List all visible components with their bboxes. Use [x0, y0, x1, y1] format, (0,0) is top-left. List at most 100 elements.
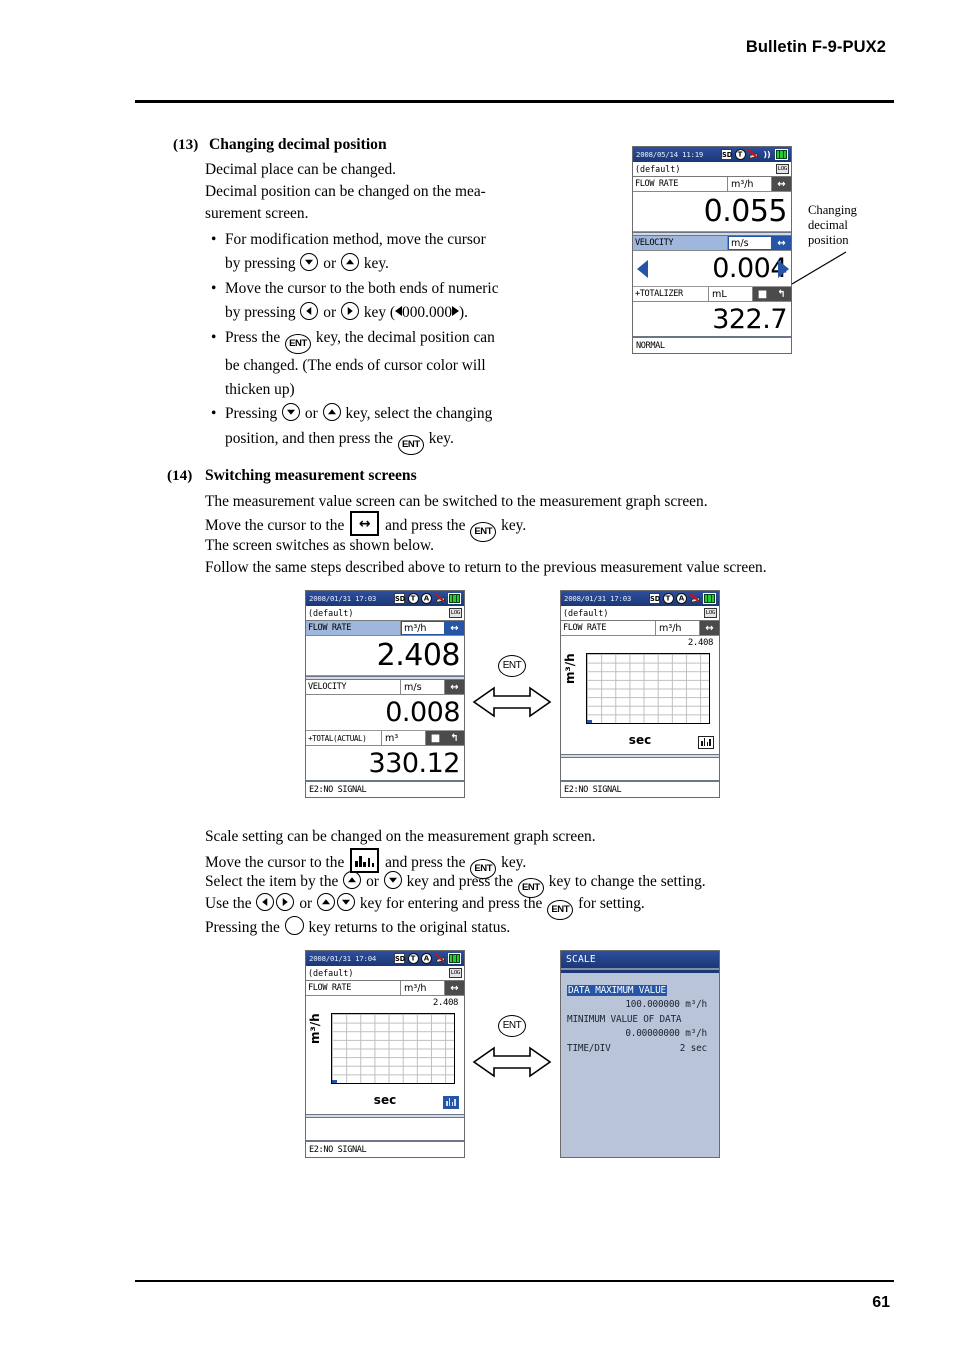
flow-rate-unit: m³/h — [401, 981, 445, 995]
velocity-value: 0.004 — [712, 253, 787, 284]
graph-plot-area: 2.408 m³/h sec — [306, 996, 464, 1114]
scale-instr-line2-mid: and press the — [385, 854, 466, 871]
switch-screen-icon[interactable]: ↔ — [445, 981, 464, 995]
lcd-row-flow-rate-header[interactable]: FLOW RATE m³/h ↔ — [306, 981, 464, 996]
time-per-division-row[interactable]: TIME/DIV 2 sec — [567, 1043, 713, 1054]
no-signal-icon — [435, 953, 446, 964]
lcd-row-flow-rate-header[interactable]: FLOW RATE m³/h ↔ — [561, 621, 719, 636]
graph-max-value: 2.408 — [432, 998, 458, 1008]
flow-rate-unit: m³/h — [728, 177, 772, 191]
section-13-line-1: Decimal place can be changed. — [205, 161, 396, 178]
graph-grid — [586, 653, 710, 724]
section-14-line2-post: key. — [501, 517, 527, 534]
scale-instr-line3-post: key to change the setting. — [548, 873, 706, 890]
cursor-left-arrow-icon — [395, 306, 403, 317]
section-14-title: Switching measurement screens — [205, 467, 417, 484]
page-header-bulletin: Bulletin F-9-PUX2 — [745, 38, 886, 56]
graph-trace — [332, 1080, 337, 1083]
graph-grid — [331, 1013, 455, 1084]
total-actual-unit: m³ — [382, 731, 426, 745]
totalizer-value: 322.7 — [633, 302, 791, 338]
wireless-icon: )) — [763, 150, 771, 159]
lcd-status-bar: 2008/01/31 17:03 SD T A — [306, 591, 464, 606]
key-down-icon — [337, 893, 355, 911]
bullet-3-press-label: Press the — [225, 328, 281, 346]
battery-icon — [703, 593, 716, 604]
lcd-screen-measurement-value[interactable]: 2008/01/31 17:03 SD T A (default) LOG FL… — [305, 590, 465, 798]
lcd-row-total-actual-header[interactable]: +TOTAL(ACTUAL) m³ ■ ↰ — [306, 731, 464, 746]
data-maximum-value-row[interactable]: 100.000000 m³/h — [567, 999, 713, 1010]
sensor-icon: T — [662, 593, 674, 604]
key-ent-icon: ENT — [498, 655, 526, 677]
battery-icon — [775, 149, 788, 160]
lcd-row-flow-rate-header[interactable]: FLOW RATE m³/h ↔ — [306, 621, 464, 636]
bullet-item-3-line-2: be changed. (The ends of cursor color wi… — [211, 354, 499, 378]
switch-screen-icon[interactable]: ↔ — [445, 680, 464, 694]
time-div-label: TIME/DIV — [567, 1043, 611, 1054]
lcd-tag-name: (default) — [308, 608, 354, 618]
page-number: 61 — [872, 1294, 890, 1311]
log-badge[interactable]: LOG — [775, 164, 789, 174]
key-right-icon — [276, 893, 295, 911]
data-maximum-value: 100.000000 — [625, 999, 680, 1010]
key-up-icon — [340, 253, 359, 272]
lcd-status-icons: SD T )) — [721, 149, 788, 160]
lcd-tag-row: (default) LOG — [561, 606, 719, 621]
scale-settings-icon[interactable] — [443, 1096, 459, 1109]
scale-instr-line5-pre: Pressing the — [205, 919, 280, 936]
scale-instr-line4-mid2: key for entering and press the — [359, 895, 543, 912]
annotation-line-2: decimal — [808, 218, 848, 232]
key-ent-icon: ENT — [547, 900, 574, 920]
stop-icon[interactable]: ■ — [426, 731, 445, 745]
scale-instr-line3-or: or — [366, 873, 379, 890]
lcd-row-velocity-header[interactable]: VELOCITY m/s ↔ — [633, 236, 791, 251]
lcd-row-flow-rate-header[interactable]: FLOW RATE m³/h ↔ — [633, 177, 791, 192]
switch-screen-icon[interactable]: ↔ — [772, 236, 791, 250]
reset-icon[interactable]: ↰ — [772, 287, 791, 301]
sensor-icon: T — [734, 149, 746, 160]
lcd-datetime: 2008/01/31 17:03 — [564, 594, 632, 603]
lcd-status-icons: SD T A — [394, 593, 461, 604]
switch-screen-icon[interactable]: ↔ — [772, 177, 791, 191]
reset-icon[interactable]: ↰ — [445, 731, 464, 745]
minimum-value-row[interactable]: 0.00000000 m³/h — [567, 1028, 713, 1039]
bullet-4-text: key, select the changing — [345, 405, 493, 423]
key-up-icon — [343, 871, 362, 889]
log-badge[interactable]: LOG — [448, 968, 462, 978]
scale-settings-icon[interactable] — [698, 736, 714, 749]
scale-instr-line2-pre: Move the cursor to the — [205, 854, 345, 871]
log-badge[interactable]: LOG — [703, 608, 717, 618]
bullet-2-end: ). — [459, 304, 469, 322]
switch-screen-icon[interactable]: ↔ — [445, 621, 464, 635]
key-down-icon — [300, 253, 319, 272]
key-ent-icon: ENT — [285, 333, 312, 354]
scale-instr-line2-post: key. — [501, 854, 527, 871]
bullet-1-text: For modification method, move the cursor — [225, 231, 486, 248]
switch-screen-icon[interactable]: ↔ — [700, 621, 719, 635]
stop-icon[interactable]: ■ — [753, 287, 772, 301]
sd-card-icon: SD — [649, 593, 661, 604]
lcd-screen-measurement-graph[interactable]: 2008/01/31 17:03 SD T A (default) LOG FL… — [560, 590, 720, 798]
sd-card-icon: SD — [721, 149, 733, 160]
lcd-screen-scale-settings[interactable]: SCALE DATA MAXIMUM VALUE 100.000000 m³/h… — [560, 950, 720, 1158]
lcd-screen-decimal-position[interactable]: 2008/05/14 11:19 SD T )) (default) LOG F… — [632, 146, 792, 354]
sd-card-icon: SD — [394, 593, 406, 604]
section-14-line-1: The measurement value screen can be swit… — [205, 493, 708, 510]
total-actual-label: +TOTAL(ACTUAL) — [306, 731, 382, 745]
sd-card-icon: SD — [394, 953, 406, 964]
lcd-status-text: NORMAL — [633, 336, 791, 353]
lcd-tag-name: (default) — [563, 608, 609, 618]
section-13-bullet-list: • For modification method, move the curso… — [211, 228, 499, 455]
flow-rate-label: FLOW RATE — [306, 621, 401, 635]
battery-icon — [448, 953, 461, 964]
minimum-unit: m³/h — [685, 1028, 707, 1039]
bullet-item-2-line-2: by pressing or key (000.000). — [211, 301, 499, 325]
flow-rate-unit: m³/h — [401, 621, 445, 635]
lcd-screen-graph-scale-cursor[interactable]: 2008/01/31 17:04 SD T A (default) LOG FL… — [305, 950, 465, 1158]
scale-item-row[interactable]: MINIMUM VALUE OF DATA — [567, 1014, 713, 1025]
log-badge[interactable]: LOG — [448, 608, 462, 618]
lcd-row-velocity-header[interactable]: VELOCITY m/s ↔ — [306, 680, 464, 695]
velocity-value: 0.008 — [306, 695, 464, 731]
scale-item-row[interactable]: DATA MAXIMUM VALUE — [567, 985, 713, 996]
lcd-row-totalizer-header[interactable]: +TOTALIZER mL ■ ↰ — [633, 287, 791, 302]
